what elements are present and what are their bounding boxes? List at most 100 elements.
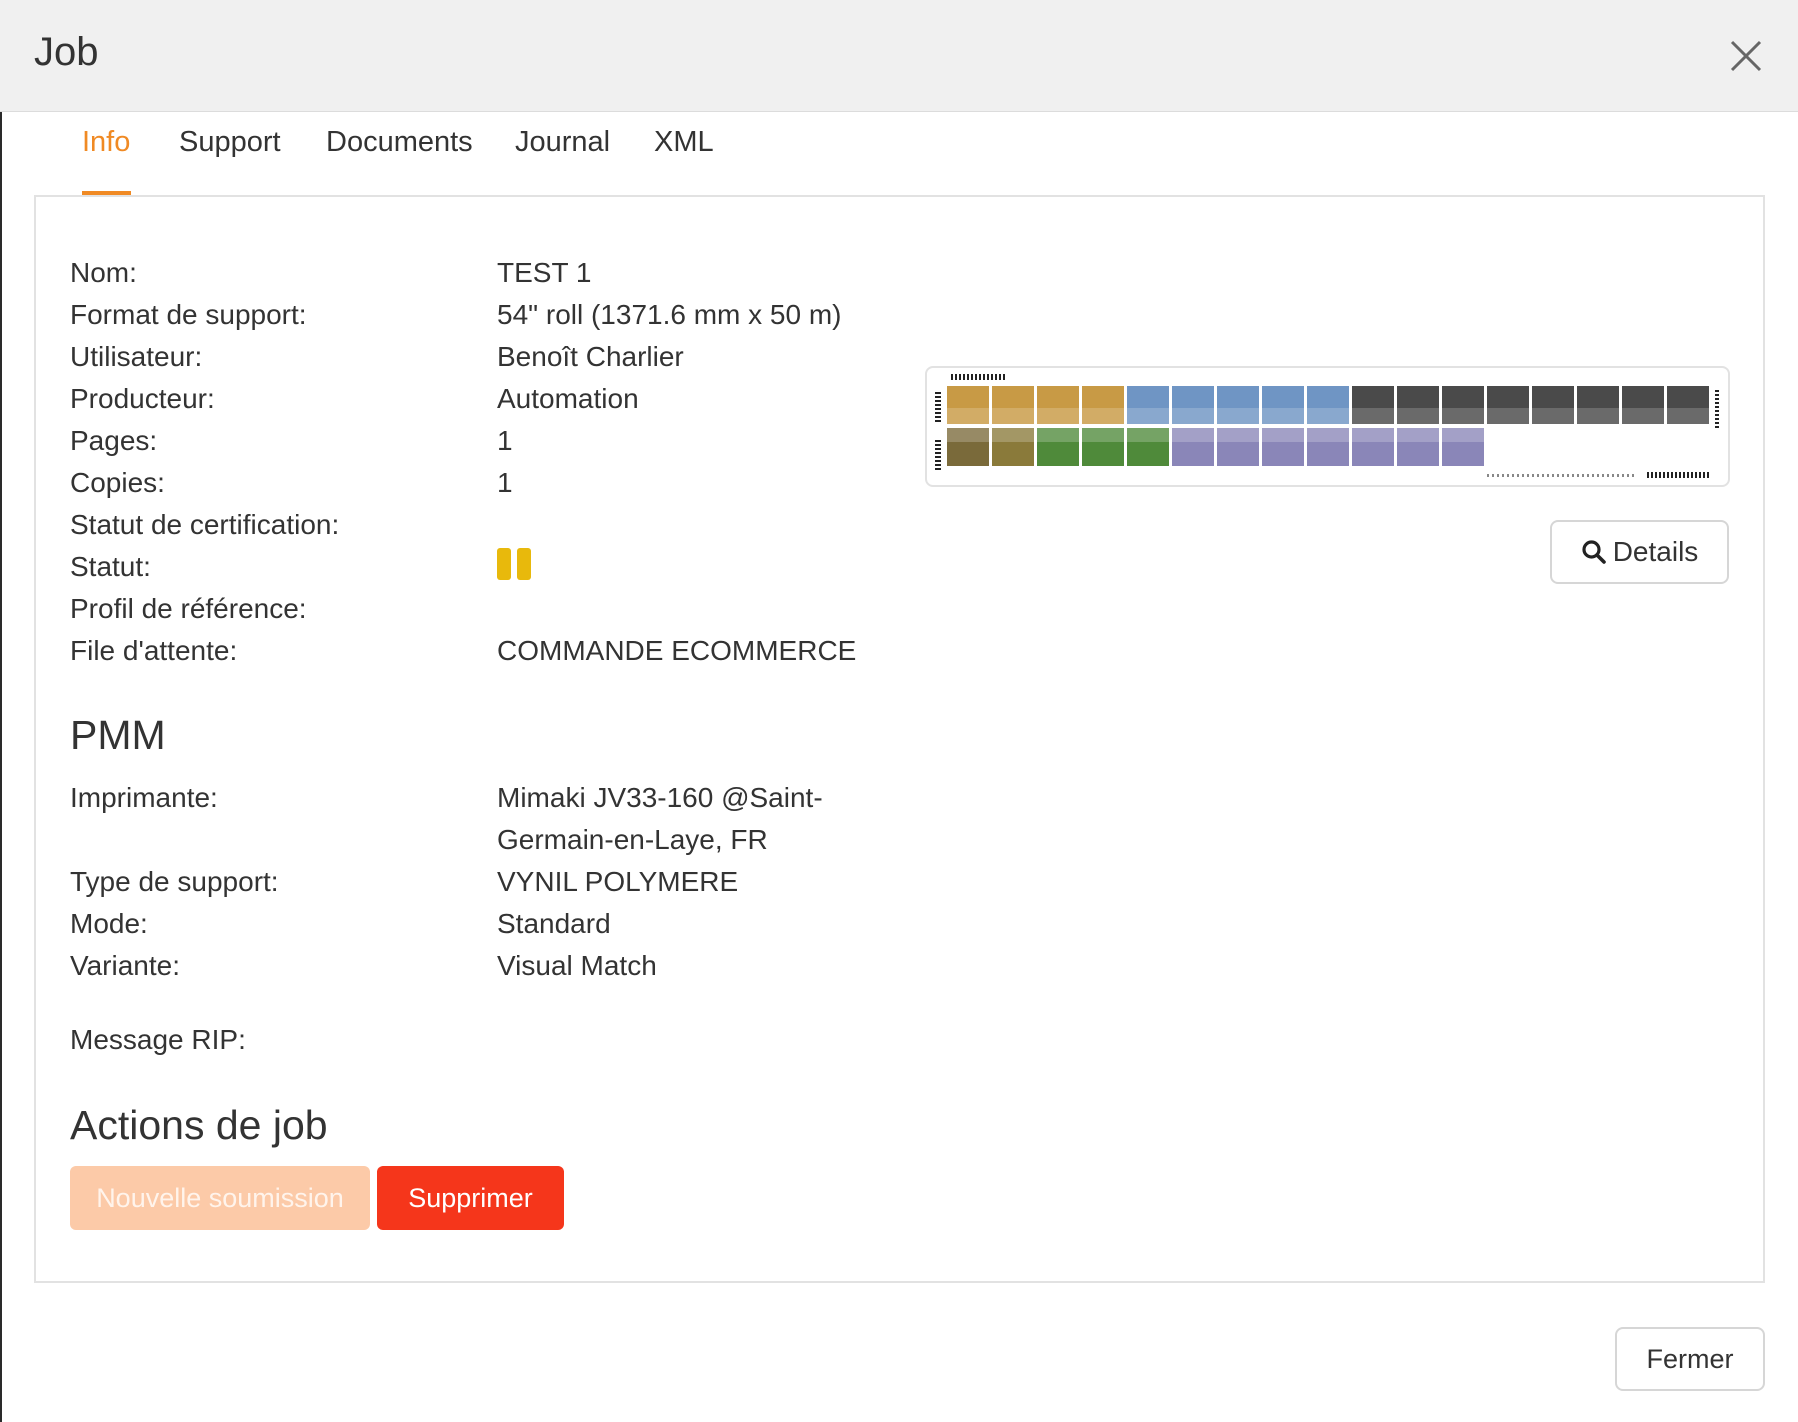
preview-barcode-mark xyxy=(1655,472,1657,478)
preview-text-mark xyxy=(1622,474,1624,477)
preview-side-mark xyxy=(1715,402,1719,404)
preview-tile-sky xyxy=(1352,428,1394,442)
preview-side-mark xyxy=(935,392,941,394)
preview-tile-shade xyxy=(1082,408,1124,424)
preview-barcode-mark xyxy=(1659,472,1661,478)
preview-barcode-mark xyxy=(983,374,985,380)
preview-text-mark xyxy=(1542,474,1544,477)
preview-barcode-mark xyxy=(1651,472,1653,478)
preview-text-mark xyxy=(1532,474,1534,477)
preview-tile-sky xyxy=(947,428,989,442)
label-profil-reference: Profil de référence: xyxy=(70,593,307,624)
window-edge xyxy=(0,0,2,1422)
preview-text-mark xyxy=(1632,474,1634,477)
tab-info[interactable]: Info xyxy=(82,126,130,159)
preview-side-mark xyxy=(1715,398,1719,400)
label-utilisateur: Utilisateur: xyxy=(70,341,203,372)
preview-tile-shade xyxy=(1532,408,1574,424)
label-format-support: Format de support: xyxy=(70,299,307,330)
dialog-header: Job xyxy=(0,0,1798,112)
details-button[interactable]: Details xyxy=(1550,520,1729,584)
preview-barcode-mark xyxy=(1647,472,1649,478)
preview-barcode-mark xyxy=(1663,472,1665,478)
preview-text-mark xyxy=(1592,474,1594,477)
preview-tile-shade xyxy=(1397,408,1439,424)
value-mode: Standard xyxy=(497,908,611,939)
preview-text-mark xyxy=(1517,474,1519,477)
preview-text-mark xyxy=(1497,474,1499,477)
search-icon xyxy=(1582,540,1606,564)
preview-tile-sky xyxy=(1307,428,1349,442)
preview-barcode-mark xyxy=(999,374,1001,380)
preview-tile-sky xyxy=(1442,428,1484,442)
preview-barcode-mark xyxy=(975,374,977,380)
label-statut-certification: Statut de certification: xyxy=(70,509,340,540)
preview-tile-shade xyxy=(1442,408,1484,424)
preview-side-mark xyxy=(935,460,941,462)
preview-barcode-mark xyxy=(1687,472,1689,478)
preview-tile-shade xyxy=(992,408,1034,424)
preview-tile-shade xyxy=(1667,408,1709,424)
preview-side-mark xyxy=(1715,390,1719,392)
preview-tile-shade xyxy=(1037,408,1079,424)
preview-tile-shade xyxy=(1172,408,1214,424)
value-imprimante-line1: Mimaki JV33-160 @Saint- xyxy=(497,782,823,813)
label-message-rip: Message RIP: xyxy=(70,1024,246,1055)
label-pages: Pages: xyxy=(70,425,158,456)
preview-barcode-mark xyxy=(987,374,989,380)
preview-barcode-mark xyxy=(1675,472,1677,478)
preview-tile-sky xyxy=(1172,428,1214,442)
value-pages: 1 xyxy=(497,425,513,456)
preview-tile-sky xyxy=(1262,428,1304,442)
preview-side-mark xyxy=(935,396,941,398)
preview-barcode-mark xyxy=(1679,472,1681,478)
preview-tile-sky xyxy=(1127,428,1169,442)
preview-barcode-mark xyxy=(967,374,969,380)
tab-documents[interactable]: Documents xyxy=(326,126,473,159)
delete-button[interactable]: Supprimer xyxy=(377,1166,564,1230)
tab-support[interactable]: Support xyxy=(179,126,281,159)
preview-text-mark xyxy=(1507,474,1509,477)
preview-tile-shade xyxy=(1352,408,1394,424)
preview-text-mark xyxy=(1527,474,1529,477)
preview-side-mark xyxy=(1715,426,1719,428)
preview-text-mark xyxy=(1487,474,1489,477)
preview-side-mark xyxy=(1715,394,1719,396)
preview-tile-sky xyxy=(1082,428,1124,442)
label-type-support: Type de support: xyxy=(70,866,279,897)
preview-barcode-mark xyxy=(1695,472,1697,478)
preview-tile-shade xyxy=(1487,408,1529,424)
preview-barcode-mark xyxy=(951,374,953,380)
preview-text-mark xyxy=(1512,474,1514,477)
close-icon[interactable] xyxy=(1724,34,1768,78)
label-variante: Variante: xyxy=(70,950,180,981)
tab-journal[interactable]: Journal xyxy=(515,126,610,159)
value-producteur: Automation xyxy=(497,383,639,414)
preview-barcode-mark xyxy=(991,374,993,380)
preview-tile-shade xyxy=(1622,408,1664,424)
preview-tile-sky xyxy=(1217,428,1259,442)
preview-text-mark xyxy=(1602,474,1604,477)
pause-icon xyxy=(497,548,531,580)
preview-text-mark xyxy=(1577,474,1579,477)
preview-side-mark xyxy=(935,468,941,470)
preview-tile-shade xyxy=(1217,408,1259,424)
preview-text-mark xyxy=(1627,474,1629,477)
label-file-attente: File d'attente: xyxy=(70,635,238,666)
label-nom: Nom: xyxy=(70,257,137,288)
resubmit-button[interactable]: Nouvelle soumission xyxy=(70,1166,370,1230)
preview-side-mark xyxy=(935,464,941,466)
preview-barcode-mark xyxy=(1707,472,1709,478)
preview-text-mark xyxy=(1572,474,1574,477)
value-variante: Visual Match xyxy=(497,950,657,981)
tab-xml[interactable]: XML xyxy=(654,126,714,159)
close-button[interactable]: Fermer xyxy=(1615,1327,1765,1391)
label-mode: Mode: xyxy=(70,908,148,939)
preview-side-mark xyxy=(935,444,941,446)
preview-side-mark xyxy=(1715,410,1719,412)
preview-side-mark xyxy=(935,440,941,442)
preview-side-mark xyxy=(935,456,941,458)
preview-side-mark xyxy=(935,416,941,418)
preview-barcode-mark xyxy=(955,374,957,380)
preview-tile-shade xyxy=(1127,408,1169,424)
